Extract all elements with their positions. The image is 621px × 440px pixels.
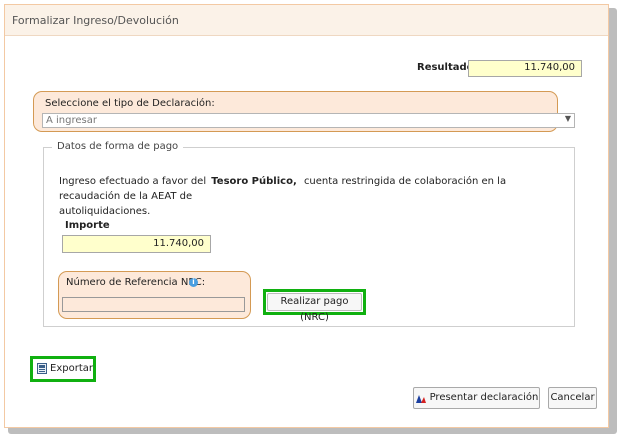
formalizar-dialog: Formalizar Ingreso/Devolución Resultado … <box>4 4 609 428</box>
declaracion-select[interactable]: A ingresar ▼ <box>42 113 575 128</box>
pago-desc-bold: Tesoro Público, <box>211 176 297 187</box>
dialog-titlebar[interactable]: Formalizar Ingreso/Devolución <box>5 5 608 36</box>
nrc-input[interactable] <box>62 297 245 312</box>
declaracion-select-value: A ingresar <box>46 115 97 126</box>
pago-desc-prefix: Ingreso efectuado a favor del <box>59 176 207 187</box>
exportar-label: Exportar <box>50 363 93 374</box>
realizar-pago-highlight: Realizar pago (NRC) <box>263 289 366 323</box>
presentar-declaracion-button[interactable]: Presentar declaración <box>413 387 540 409</box>
realizar-pago-button[interactable]: Realizar pago (NRC) <box>267 293 362 323</box>
export-icon <box>37 363 47 374</box>
dialog-title: Formalizar Ingreso/Devolución <box>12 14 179 27</box>
info-icon[interactable]: i <box>189 278 198 287</box>
cancelar-button[interactable]: Cancelar <box>548 387 597 409</box>
aeat-logo-icon <box>415 392 427 403</box>
nrc-label: Número de Referencia NRC: <box>66 277 206 288</box>
importe-label: Importe <box>65 220 110 231</box>
exportar-button[interactable]: Exportar <box>35 361 93 377</box>
presentar-label: Presentar declaración <box>429 392 539 403</box>
resultado-field: 11.740,00 <box>468 60 582 77</box>
exportar-highlight: Exportar <box>30 356 96 382</box>
chevron-down-icon: ▼ <box>564 114 571 123</box>
resultado-label: Resultado <box>417 62 474 73</box>
importe-field: 11.740,00 <box>62 235 211 253</box>
pago-description: Ingreso efectuado a favor del Tesoro Púb… <box>59 174 567 219</box>
declaracion-label: Seleccione el tipo de Declaración: <box>45 98 215 109</box>
pago-legend: Datos de forma de pago <box>52 141 184 152</box>
pago-desc-line2: autoliquidaciones. <box>59 206 151 217</box>
